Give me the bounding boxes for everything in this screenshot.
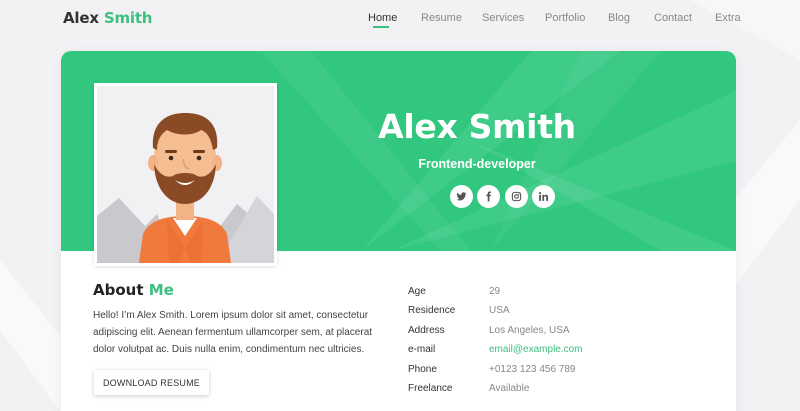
info-label: Age <box>408 286 426 297</box>
active-nav-indicator <box>373 26 389 28</box>
email-link[interactable]: email@example.com <box>489 344 583 355</box>
nav-item-contact[interactable]: Contact <box>654 12 692 24</box>
nav-item-blog[interactable]: Blog <box>608 12 630 24</box>
download-resume-button[interactable]: DOWNLOAD RESUME <box>94 370 209 395</box>
main-nav: Home Resume Services Portfolio Blog Cont… <box>0 12 800 32</box>
linkedin-link[interactable] <box>532 185 555 208</box>
info-row-email: e-mail email@example.com <box>408 344 708 358</box>
facebook-link[interactable] <box>477 185 500 208</box>
info-label: Address <box>408 325 445 336</box>
info-value: USA <box>489 305 510 316</box>
site-header: Alex Smith Home Resume Services Portfoli… <box>0 0 800 38</box>
info-value: Available <box>489 383 530 394</box>
twitter-icon <box>456 192 467 201</box>
social-links <box>450 185 570 209</box>
instagram-icon <box>511 191 522 202</box>
about-heading-first: About <box>93 281 144 299</box>
nav-item-extra[interactable]: Extra <box>715 12 741 24</box>
info-value: +0123 123 456 789 <box>489 364 576 375</box>
info-label: Residence <box>408 305 456 316</box>
info-label: e-mail <box>408 344 436 355</box>
about-heading-second: Me <box>148 281 174 299</box>
info-label: Phone <box>408 364 437 375</box>
facebook-icon <box>486 191 491 202</box>
info-label: Freelance <box>408 383 453 394</box>
info-row-residence: Residence USA <box>408 305 708 319</box>
profile-photo <box>94 83 277 266</box>
nav-item-resume[interactable]: Resume <box>421 12 462 24</box>
hero-job-title: Frontend-developer <box>418 157 536 171</box>
info-row-age: Age 29 <box>408 286 708 300</box>
about-heading: About Me <box>93 281 174 299</box>
info-row-freelance: Freelance Available <box>408 383 708 397</box>
about-text: Hello! I’m Alex Smith. Lorem ipsum dolor… <box>93 310 373 355</box>
hero-name: Alex Smith <box>378 107 576 146</box>
info-row-phone: Phone +0123 123 456 789 <box>408 364 708 378</box>
profile-card: Alex Smith Frontend-developer About Me H… <box>61 51 736 411</box>
avatar <box>97 86 274 263</box>
twitter-link[interactable] <box>450 185 473 208</box>
instagram-link[interactable] <box>505 185 528 208</box>
info-value: Los Angeles, USA <box>489 325 570 336</box>
linkedin-icon <box>539 192 549 201</box>
info-value: 29 <box>489 286 501 297</box>
info-row-address: Address Los Angeles, USA <box>408 325 708 339</box>
nav-item-home[interactable]: Home <box>368 12 397 24</box>
nav-item-services[interactable]: Services <box>482 12 524 24</box>
nav-item-portfolio[interactable]: Portfolio <box>545 12 585 24</box>
